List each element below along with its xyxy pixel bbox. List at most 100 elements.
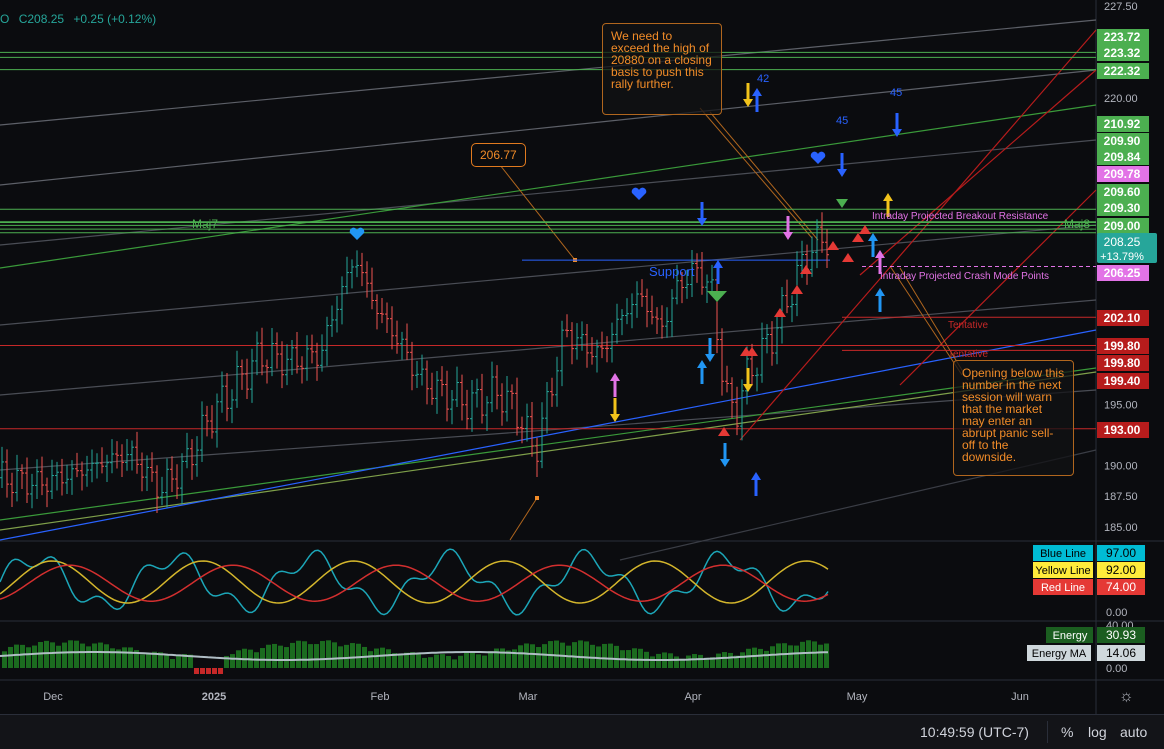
- oscillator-axis-label: 0.00: [1106, 607, 1127, 619]
- maj-label-left: Maj7: [192, 217, 218, 231]
- energy-bar: [308, 644, 313, 668]
- energy-bar: [488, 651, 493, 668]
- level-tag-label: 222.32: [1104, 64, 1141, 78]
- energy-bar: [62, 642, 67, 668]
- energy-bar: [296, 640, 301, 668]
- energy-legend-label: Energy MA: [1032, 648, 1087, 660]
- energy-bar: [398, 655, 403, 668]
- energy-value-label: 30.93: [1106, 628, 1136, 642]
- level-tag-label: 209.90: [1104, 134, 1141, 148]
- energy-bar: [518, 645, 523, 668]
- energy-bar: [32, 645, 37, 668]
- energy-bar: [422, 657, 427, 668]
- energy-bar: [482, 655, 487, 668]
- oscillator-value-label: 74.00: [1106, 580, 1136, 594]
- energy-bar: [590, 644, 595, 668]
- price-tick-label: 220.00: [1104, 93, 1138, 105]
- energy-legend-label: Energy: [1053, 630, 1088, 642]
- energy-bar: [572, 642, 577, 668]
- log-toggle[interactable]: log: [1088, 724, 1107, 740]
- energy-bar: [584, 641, 589, 668]
- auto-toggle[interactable]: auto: [1120, 724, 1147, 740]
- energy-bar: [476, 654, 481, 668]
- time-tick-label: Jun: [1011, 691, 1029, 703]
- energy-bar: [608, 643, 613, 668]
- level-tag-label: 209.84: [1104, 150, 1141, 164]
- percent-toggle[interactable]: %: [1061, 724, 1073, 740]
- level-tag-label: 199.40: [1104, 374, 1141, 388]
- energy-bar: [128, 647, 133, 668]
- energy-bar: [698, 654, 703, 668]
- energy-bar: [416, 654, 421, 668]
- bottom-annotation-note: Opening below this number in the next se…: [953, 360, 1074, 476]
- energy-bar: [728, 652, 733, 668]
- energy-bar: [56, 645, 61, 668]
- energy-bar: [740, 652, 745, 668]
- level-tag-label: 199.80: [1104, 356, 1141, 370]
- energy-bar: [350, 643, 355, 668]
- energy-bar: [338, 646, 343, 668]
- energy-bar: [356, 643, 361, 668]
- energy-bar: [278, 645, 283, 668]
- energy-bar: [2, 651, 7, 668]
- energy-bar: [752, 647, 757, 668]
- anchor-point: [535, 496, 539, 500]
- energy-bar: [80, 643, 85, 668]
- energy-axis-label: 0.00: [1106, 663, 1127, 675]
- energy-bar: [302, 641, 307, 668]
- energy-bar: [776, 643, 781, 668]
- level-tag-label: 202.10: [1104, 311, 1141, 325]
- price-tick-label: 190.00: [1104, 461, 1138, 473]
- energy-bar: [374, 648, 379, 668]
- energy-bar: [716, 653, 721, 668]
- energy-bar: [194, 668, 199, 674]
- energy-bar: [440, 654, 445, 668]
- energy-bar: [284, 647, 289, 668]
- level-tag-label: 206.25: [1104, 266, 1141, 280]
- energy-bar: [764, 650, 769, 668]
- time-tick-label: 2025: [202, 691, 226, 703]
- oscillator-value-label: 92.00: [1106, 563, 1136, 577]
- level-tag-label: 223.32: [1104, 46, 1141, 60]
- energy-value-label: 14.06: [1106, 646, 1136, 660]
- header-close: C208.25: [18, 12, 65, 26]
- breakout-resistance-label: Intraday Projected Breakout Resistance: [872, 211, 1049, 222]
- energy-bar: [722, 652, 727, 668]
- level-tag-label: 209.78: [1104, 167, 1141, 181]
- price-tick-label: 195.00: [1104, 399, 1138, 411]
- energy-bar: [26, 647, 31, 668]
- energy-bar: [344, 644, 349, 668]
- tentative-label: Tentative: [948, 320, 988, 331]
- energy-bar: [44, 640, 49, 668]
- energy-bar: [614, 645, 619, 668]
- energy-bar: [86, 646, 91, 668]
- energy-bar: [632, 648, 637, 668]
- energy-bar: [746, 648, 751, 668]
- oscillator-legend-label: Red Line: [1041, 582, 1085, 594]
- energy-bar: [332, 642, 337, 668]
- level-tag-label: 223.72: [1104, 30, 1141, 44]
- energy-bar: [770, 646, 775, 668]
- time-tick-label: Apr: [684, 691, 701, 703]
- bottom-toolbar: 10:49:59 (UTC-7) % log auto: [0, 714, 1164, 749]
- energy-bar: [530, 644, 535, 668]
- support-price-pill: 206.77: [471, 143, 526, 167]
- energy-bar: [50, 642, 55, 668]
- energy-bar: [464, 652, 469, 668]
- wave-label: 45: [890, 87, 902, 99]
- energy-bar: [20, 644, 25, 668]
- tentative-label: Tentative: [948, 349, 988, 360]
- energy-bar: [794, 645, 799, 668]
- energy-bar: [554, 640, 559, 668]
- gear-icon[interactable]: ☼: [1119, 688, 1134, 706]
- energy-bar: [326, 640, 331, 668]
- toolbar-divider: [1047, 721, 1048, 743]
- time-tick-label: Feb: [371, 691, 390, 703]
- energy-bar: [470, 652, 475, 668]
- energy-bar: [782, 643, 787, 668]
- energy-bar: [686, 655, 691, 668]
- energy-bar: [74, 640, 79, 668]
- level-tag-label: 209.30: [1104, 201, 1141, 215]
- energy-bar: [320, 641, 325, 668]
- energy-bar: [272, 643, 277, 668]
